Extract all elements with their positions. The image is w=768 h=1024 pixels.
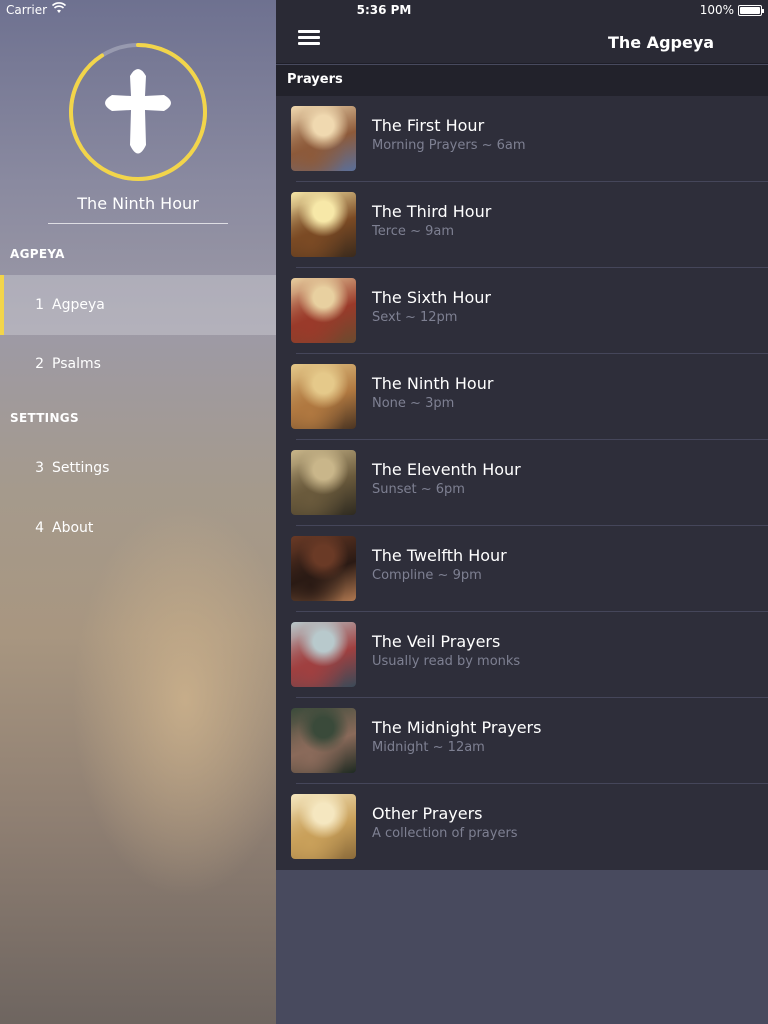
prayer-list-item[interactable]: The Eleventh Hour Sunset ~ 6pm (276, 440, 768, 526)
sidebar-item-number: 3 (35, 460, 44, 476)
prayers-section-header: Prayers (276, 65, 768, 96)
prayer-title: The Sixth Hour (372, 288, 491, 307)
prayer-thumbnail (291, 622, 356, 687)
prayer-title: The Twelfth Hour (372, 546, 507, 565)
section-header-settings: SETTINGS (10, 411, 79, 425)
prayer-title: The First Hour (372, 116, 485, 135)
prayer-subtitle: Usually read by monks (372, 654, 521, 669)
prayer-title: The Ninth Hour (372, 374, 494, 393)
status-bar: Carrier 5:36 PM 100% (0, 0, 768, 22)
prayer-list-item[interactable]: The Ninth Hour None ~ 3pm (276, 354, 768, 440)
sidebar-item-label: About (52, 520, 94, 536)
prayer-title: Other Prayers (372, 804, 483, 823)
prayer-thumbnail (291, 450, 356, 515)
prayer-thumbnail (291, 536, 356, 601)
prayer-list: The First Hour Morning Prayers ~ 6am The T… (276, 96, 768, 870)
prayer-subtitle: Midnight ~ 12am (372, 740, 485, 755)
cross-logo-icon (68, 42, 208, 182)
prayer-list-item[interactable]: The Third Hour Terce ~ 9am (276, 182, 768, 268)
sidebar-item-number: 2 (35, 356, 44, 372)
hamburger-menu-button[interactable] (298, 30, 322, 50)
divider (48, 223, 228, 224)
main-content: The Agpeya Prayers The First Hour Morning… (276, 0, 768, 1024)
section-header-agpeya: AGPEYA (10, 247, 65, 261)
prayer-subtitle: Sext ~ 12pm (372, 310, 458, 325)
current-hour-title: The Ninth Hour (77, 194, 199, 213)
prayer-thumbnail (291, 364, 356, 429)
sidebar-item-agpeya[interactable]: 1 Agpeya (0, 275, 276, 335)
prayer-title: The Eleventh Hour (372, 460, 521, 479)
prayer-thumbnail (291, 106, 356, 171)
battery-icon (738, 5, 764, 16)
prayer-subtitle: Morning Prayers ~ 6am (372, 138, 526, 153)
prayer-thumbnail (291, 708, 356, 773)
prayer-title: The Midnight Prayers (372, 718, 542, 737)
sidebar-item-label: Agpeya (52, 297, 105, 313)
sidebar-item-label: Settings (52, 460, 110, 476)
prayer-list-item[interactable]: The First Hour Morning Prayers ~ 6am (276, 96, 768, 182)
sidebar-item-about[interactable]: 4 About (0, 498, 276, 558)
prayer-list-item[interactable]: Other Prayers A collection of prayers (276, 784, 768, 870)
prayer-list-item[interactable]: The Sixth Hour Sext ~ 12pm (276, 268, 768, 354)
prayer-thumbnail (291, 278, 356, 343)
prayer-subtitle: Sunset ~ 6pm (372, 482, 465, 497)
sidebar-item-label: Psalms (52, 356, 101, 372)
sidebar-item-number: 4 (35, 520, 44, 536)
hamburger-icon (298, 30, 320, 33)
prayer-thumbnail (291, 794, 356, 859)
page-title: The Agpeya (607, 33, 715, 52)
sidebar-item-psalms[interactable]: 2 Psalms (0, 334, 276, 394)
prayer-subtitle: Compline ~ 9pm (372, 568, 482, 583)
prayer-list-item[interactable]: The Twelfth Hour Compline ~ 9pm (276, 526, 768, 612)
prayer-list-item[interactable]: The Veil Prayers Usually read by monks (276, 612, 768, 698)
prayer-title: The Veil Prayers (372, 632, 501, 651)
sidebar-item-number: 1 (35, 297, 44, 313)
prayer-title: The Third Hour (372, 202, 492, 221)
prayer-subtitle: Terce ~ 9am (372, 224, 454, 239)
prayer-thumbnail (291, 192, 356, 257)
prayer-list-item[interactable]: The Midnight Prayers Midnight ~ 12am (276, 698, 768, 784)
prayer-subtitle: None ~ 3pm (372, 396, 455, 411)
prayer-subtitle: A collection of prayers (372, 826, 518, 841)
clock-label: 5:36 PM (356, 3, 412, 17)
battery-percent: 100% (699, 3, 734, 17)
sidebar-item-settings[interactable]: 3 Settings (0, 438, 276, 498)
sidebar: The Ninth Hour AGPEYA 1 Agpeya 2 Psalms … (0, 0, 276, 1024)
